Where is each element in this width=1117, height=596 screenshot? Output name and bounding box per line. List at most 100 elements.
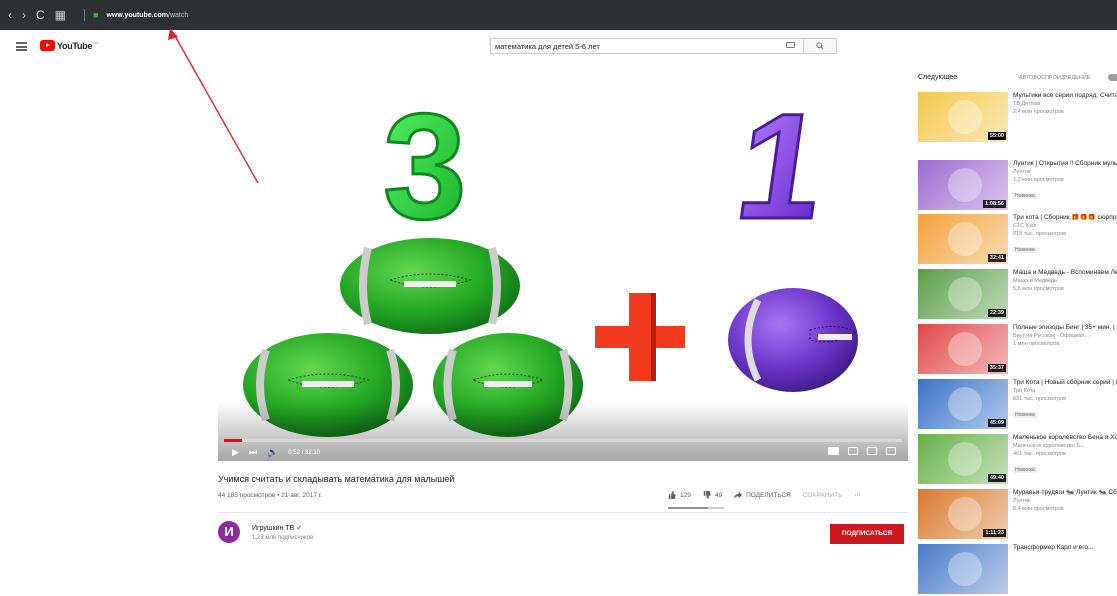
recommendation-item[interactable]: 45:09 Три Кота | Новый сборник серий | Му… [918, 379, 1117, 431]
youtube-play-icon [40, 40, 55, 51]
recommendation-item[interactable]: Трансформер Карл и его... [918, 544, 1117, 596]
recommendation-item[interactable]: 49:40 Маленькое королевство Бена и Холли … [918, 434, 1117, 486]
volume-icon[interactable]: 🔊 [267, 447, 278, 458]
back-icon[interactable]: ‹ [8, 8, 12, 22]
channel-name[interactable]: Игрушкин ТВ ✔ [252, 524, 302, 532]
duration-badge: 45:09 [987, 419, 1006, 427]
play-icon[interactable]: ▶ [232, 447, 239, 458]
miniplayer-icon[interactable] [848, 447, 858, 455]
recommendation-views: 2,4 млн просмотров [1013, 109, 1064, 115]
recommendation-item[interactable]: 22:39 Маша и Медведь - Вспоминаем Лето! 🌷… [918, 269, 1117, 321]
thumbnail-art [948, 552, 982, 586]
lock-icon: ■ [93, 10, 99, 20]
keyboard-icon[interactable] [786, 42, 795, 48]
channel-avatar[interactable]: И [218, 521, 240, 543]
recommendation-views: 818 тыс. просмотров [1013, 231, 1067, 237]
new-badge: Новинка [1013, 412, 1037, 418]
recommendation-thumbnail[interactable] [918, 544, 1008, 594]
green-ball-top [340, 238, 520, 334]
logo-wordmark: YouTube [57, 40, 93, 51]
autoplay-toggle[interactable] [1108, 74, 1117, 81]
recommendation-info: Лунтик | Открытия ‼ Сборник мультфильмов… [1013, 160, 1117, 202]
url-host: www.youtube.com [106, 11, 169, 19]
toolbar-divider [84, 9, 86, 21]
new-badge: Новинка [1013, 247, 1037, 253]
sentiment-likes [668, 507, 708, 509]
reload-icon[interactable]: C [36, 8, 45, 22]
address-bar[interactable]: www.youtube.com/watch [106, 12, 188, 19]
recommendation-title: Маленькое королевство Бена и Холли | Бол… [1013, 434, 1117, 441]
info-divider [218, 512, 908, 513]
search-button[interactable] [804, 38, 837, 54]
recommendation-channel: Бинг на Русском - Официал... [1013, 333, 1089, 339]
recommendation-title: Трансформер Карл и его... [1013, 544, 1094, 551]
recommendation-item[interactable]: 35:37 Полные эпизоды Бинг | 35+ мин. | эп… [918, 324, 1117, 376]
duration-badge: 49:40 [987, 474, 1006, 482]
recommendation-title: Три кота | Сборник 🎁🎁🎁 сюрпризов | СТС K… [1013, 214, 1117, 221]
video-meta: 44 185 просмотров • 21 авг. 2017 г. [218, 492, 323, 499]
apps-icon[interactable]: ▦ [55, 8, 66, 22]
duration-badge: 22:39 [987, 309, 1006, 317]
purple-ball [728, 288, 858, 392]
recommendation-thumbnail[interactable]: 35:37 [918, 324, 1008, 374]
thumbs-up-icon [668, 491, 676, 499]
youtube-logo[interactable]: YouTube RU [40, 40, 99, 51]
thumbnail-art [948, 100, 982, 134]
forward-icon[interactable]: › [22, 8, 26, 22]
recommendation-thumbnail[interactable]: 1:11:23 [918, 489, 1008, 539]
settings-icon[interactable] [828, 447, 839, 455]
up-next-label: Следующее [918, 74, 958, 81]
recommendation-info: Маленькое королевство Бена и Холли | Бол… [1013, 434, 1117, 476]
recommendation-item[interactable]: 55:00 Мультики все серии подряд: Считаем … [918, 92, 1117, 144]
recommendation-title: Мультики все серии подряд: Считаем с Пол… [1013, 92, 1117, 99]
search-input[interactable]: математика для детей 5-6 лет [490, 38, 804, 54]
progress-bar[interactable] [224, 439, 902, 442]
recommendation-views: 5,5 млн просмотров [1013, 286, 1064, 292]
video-title: Учимся считать и складывать математика д… [218, 474, 455, 484]
recommendation-views: 1 млн просмотров [1013, 341, 1060, 347]
thumbnail-art [948, 222, 982, 256]
recommendation-views: 8,4 млн просмотров [1013, 506, 1064, 512]
recommendation-info: Три Кота | Новый сборник серий | Мультфи… [1013, 379, 1117, 421]
video-actions: 129 49 ПОДЕЛИТЬСЯ СОХРАНИТЬ ⋯ [668, 491, 873, 499]
recommendation-views: 631 тыс. просмотров [1013, 396, 1067, 402]
save-button[interactable]: СОХРАНИТЬ [803, 492, 843, 499]
recommendation-thumbnail[interactable]: 1:08:56 [918, 160, 1008, 210]
thumbs-down-icon [703, 491, 711, 499]
recommendation-channel: Лунтик [1013, 498, 1031, 504]
subscriber-count: 1,28 млн подписчиков [252, 535, 314, 541]
next-icon[interactable]: ⏭ [249, 447, 257, 458]
theater-mode-icon[interactable] [867, 447, 877, 455]
recommendation-item[interactable]: 1:11:23 Муравьи-трудяги 🐜 Лунтик 🐜 Сборни… [918, 489, 1117, 541]
recommendation-item[interactable]: 1:08:56 Лунтик | Открытия ‼ Сборник мульт… [918, 160, 1117, 212]
thumbnail-art [948, 332, 982, 366]
recommendation-item[interactable]: 32:41 Три кота | Сборник 🎁🎁🎁 сюрпризов | … [918, 214, 1117, 266]
share-button[interactable]: ПОДЕЛИТЬСЯ [734, 491, 791, 499]
logo-region: RU [93, 40, 99, 45]
duration-badge: 55:00 [987, 132, 1006, 140]
recommendation-views: 461 тыс. просмотров [1013, 451, 1067, 457]
fullscreen-icon[interactable] [886, 447, 896, 455]
recommendation-thumbnail[interactable]: 32:41 [918, 214, 1008, 264]
browser-toolbar: ‹ › C ▦ ■ www.youtube.com/watch [0, 0, 1117, 30]
thumbnail-art [948, 387, 982, 421]
channel-name-text: Игрушкин ТВ [252, 525, 295, 532]
sentiment-bar [668, 507, 724, 509]
recommendation-thumbnail[interactable]: 49:40 [918, 434, 1008, 484]
recommendation-title: Полные эпизоды Бинг | 35+ мин. | эпизоды… [1013, 324, 1117, 331]
digit-one: 1 [727, 83, 834, 250]
recommendation-thumbnail[interactable]: 45:09 [918, 379, 1008, 429]
save-label: СОХРАНИТЬ [802, 491, 843, 499]
search-icon [816, 42, 824, 50]
recommendation-thumbnail[interactable]: 55:00 [918, 92, 1008, 142]
subscribe-button[interactable]: ПОДПИСАТЬСЯ [830, 524, 904, 544]
hamburger-menu-icon[interactable] [16, 42, 27, 51]
more-actions-button[interactable]: ⋯ [854, 491, 861, 499]
like-count: 129 [680, 491, 691, 499]
recommendation-channel: ТВ Деткам [1013, 101, 1041, 107]
video-player[interactable]: 3 1 ▶ ⏭ 🔊 0:52 / 32:10 [218, 68, 908, 461]
dislike-button[interactable]: 49 [703, 491, 722, 499]
recommendation-thumbnail[interactable]: 22:39 [918, 269, 1008, 319]
like-button[interactable]: 129 [668, 491, 691, 499]
recommendation-info: Маша и Медведь - Вспоминаем Лето! 🌷🌸 Маша… [1013, 269, 1117, 293]
